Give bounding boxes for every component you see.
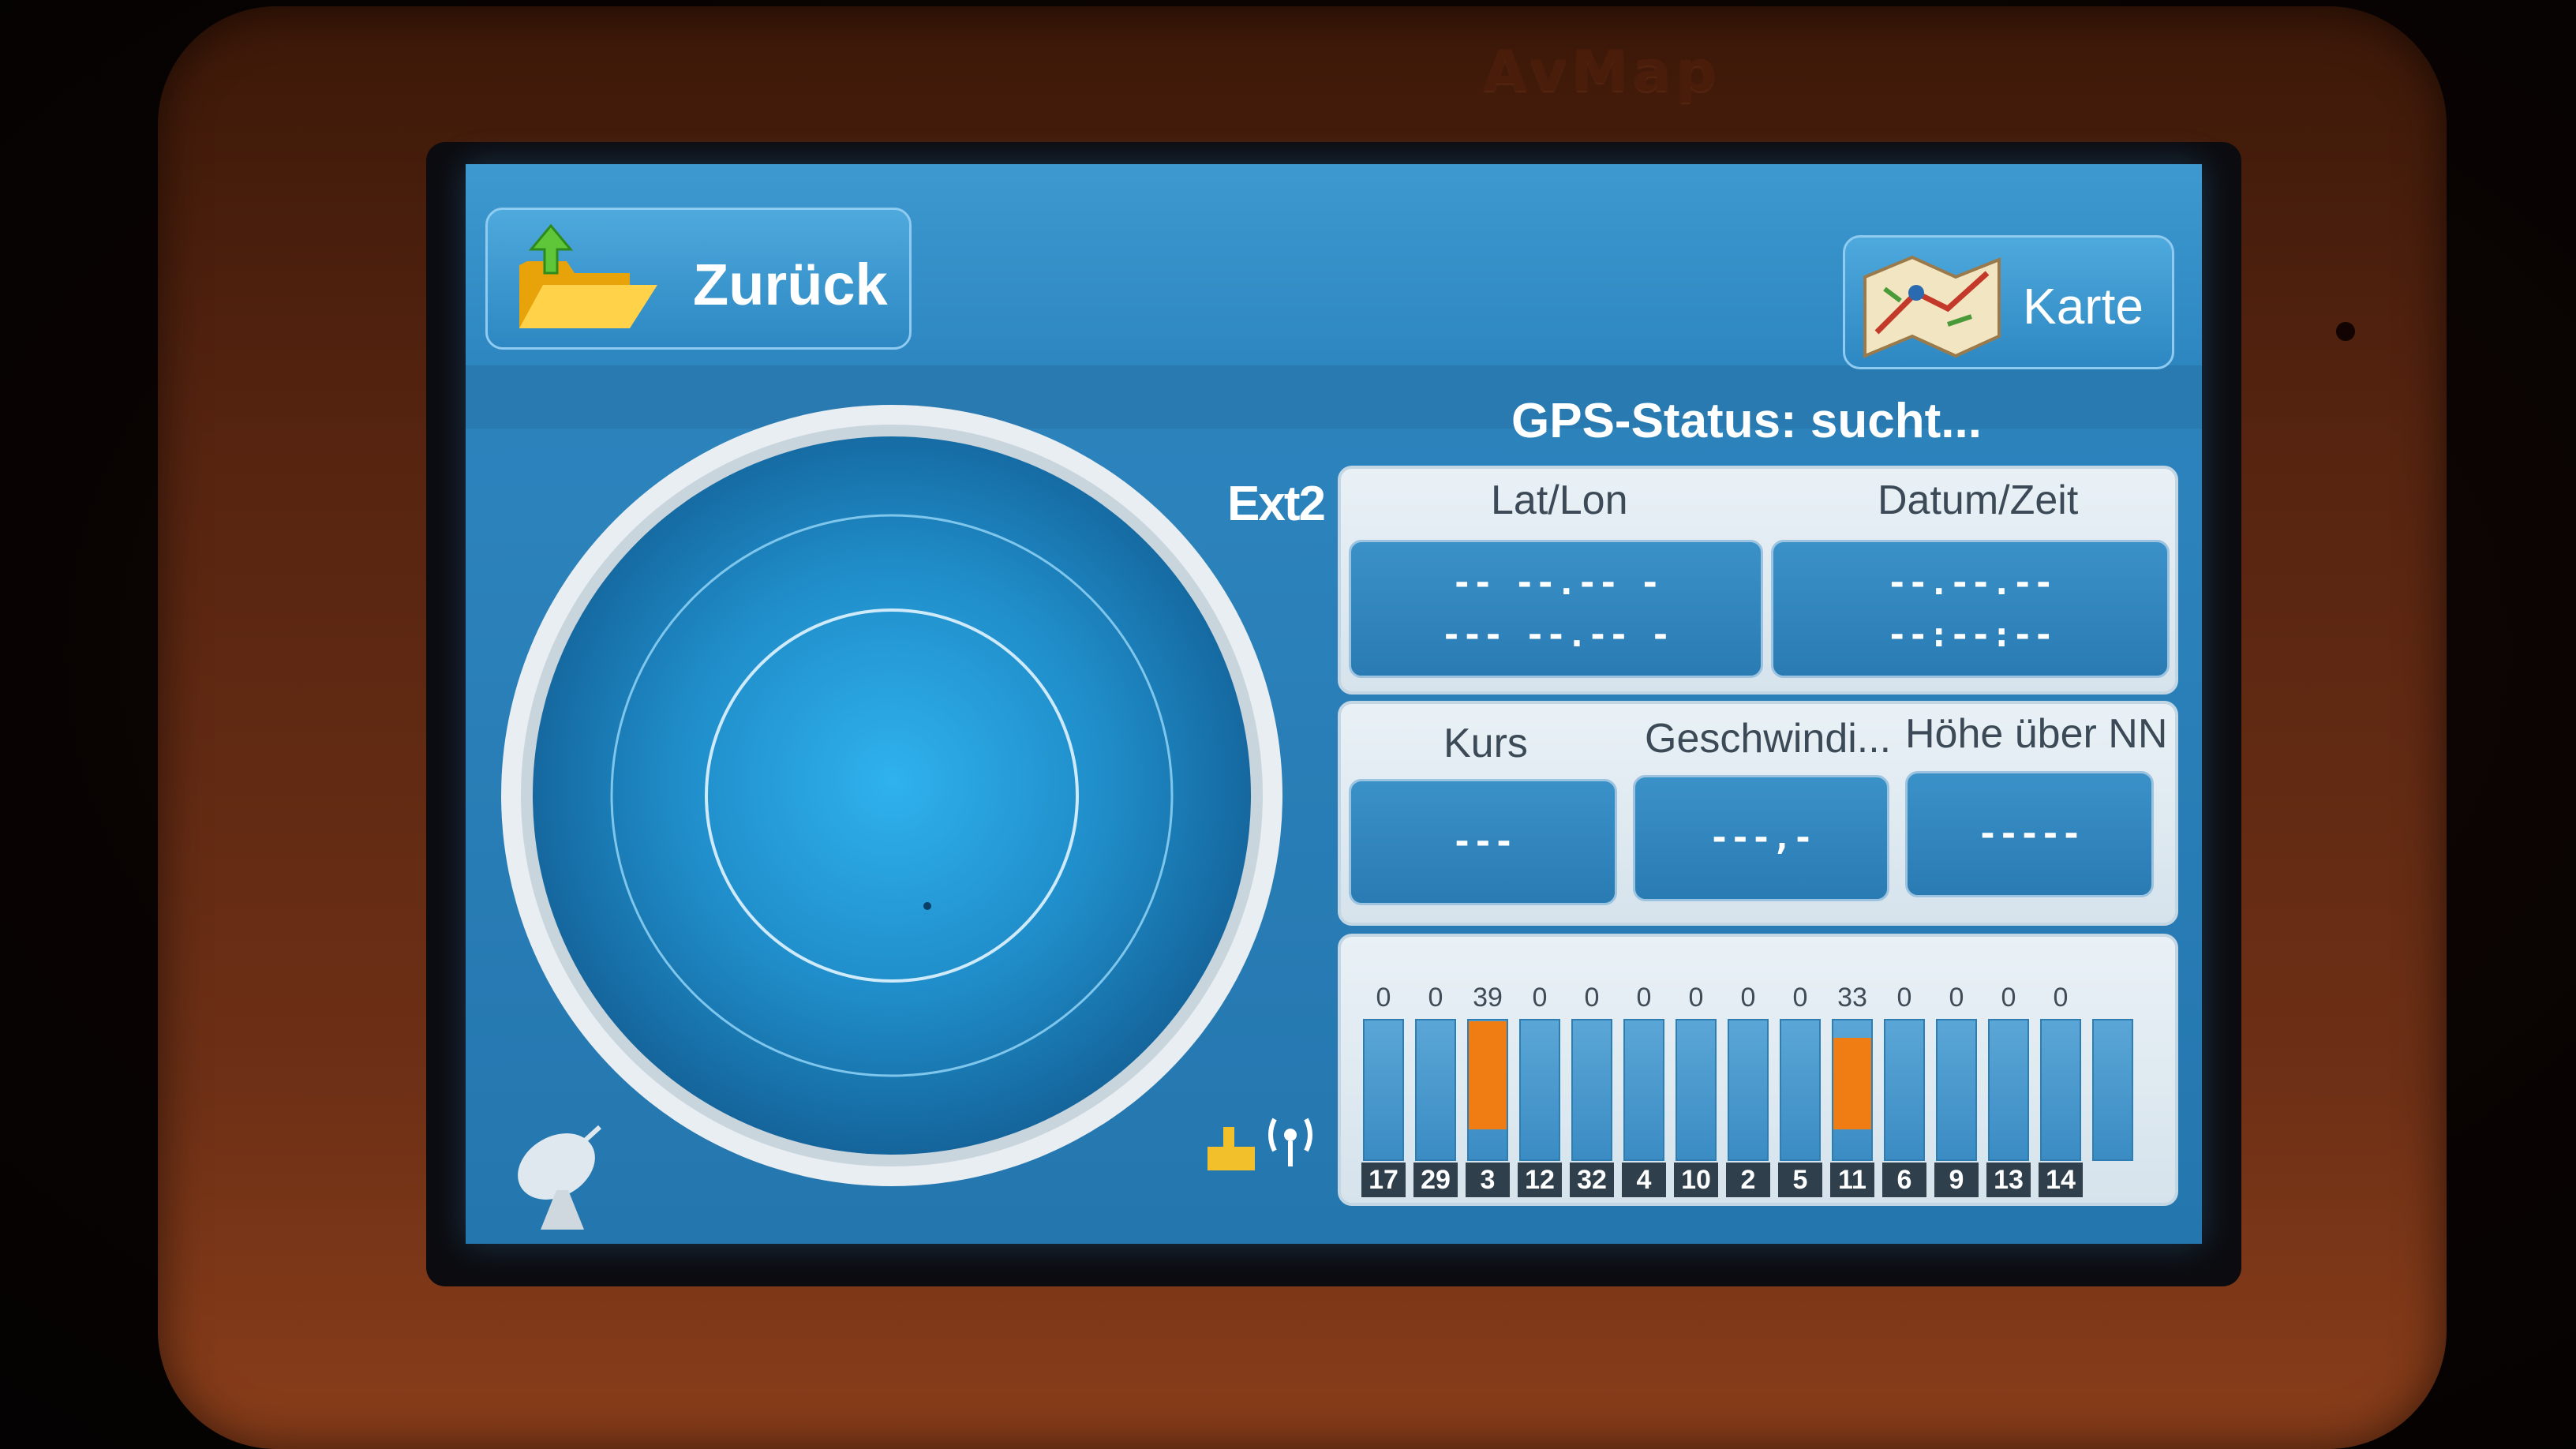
satellite-bar: 0 29 [1410, 983, 1461, 1197]
satellite-snr: 0 [1896, 983, 1912, 1013]
satellite-bar: 0 12 [1515, 983, 1565, 1197]
satellite-snr: 0 [1532, 983, 1548, 1013]
satellite-bar: 09 [1931, 983, 1982, 1197]
satellite-prn: 3 [1466, 1163, 1510, 1197]
gps-status-text: GPS-Status: sucht... [1511, 394, 1982, 448]
speed-title: Geschwindi... [1645, 716, 1892, 762]
satellite-prn: 29 [1413, 1163, 1458, 1197]
latlon-value[interactable]: -- --.-- - --- --.-- - [1349, 540, 1763, 678]
back-label: Zurück [693, 252, 888, 317]
latlon-title: Lat/Lon [1491, 477, 1628, 523]
satellite-bar: 02 [1723, 983, 1773, 1197]
satellite-bar: 0 10 [1671, 983, 1721, 1197]
satellite-prn: 2 [1726, 1163, 1770, 1197]
satellite-bar: 05 [1775, 983, 1825, 1197]
motion-panel: Kurs Geschwindi... Höhe über NN --- ---,… [1338, 701, 2178, 926]
signal-track [1623, 1019, 1664, 1161]
satellite-dish-icon[interactable] [509, 1111, 620, 1237]
satellite-prn [2091, 1163, 2135, 1197]
signal-track [2092, 1019, 2133, 1161]
satellite-prn: 4 [1622, 1163, 1666, 1197]
satellite-snr: 0 [2053, 983, 2069, 1013]
date-value: --.--.-- [1886, 562, 2054, 603]
satellite-prn: 13 [1986, 1163, 2031, 1197]
satellite-snr: 0 [1949, 983, 1964, 1013]
signal-track [1676, 1019, 1717, 1161]
signal-track [1780, 1019, 1821, 1161]
signal-track [1936, 1019, 1977, 1161]
satellite-snr: 0 [1584, 983, 1600, 1013]
satellite-snr: 33 [1837, 983, 1867, 1013]
longitude-value: --- --.-- - [1440, 614, 1672, 655]
signal-track [1728, 1019, 1769, 1161]
satellite-signal-panel: 0 17 0 29 39 3 0 12 0 32 0 4 0 10 0 2 0 5 33 11 0 6 0 9 0 13 0 14 [1338, 934, 2178, 1206]
satellite-prn: 5 [1778, 1163, 1822, 1197]
signal-fill [1469, 1020, 1507, 1129]
brand-logo: AvMap [1483, 38, 1721, 104]
back-button[interactable]: Zurück [485, 208, 912, 350]
satellite-bar: 33 11 [1827, 983, 1878, 1197]
satellite-bar: 39 3 [1462, 983, 1513, 1197]
map-button[interactable]: Karte [1843, 235, 2174, 369]
signal-track [1467, 1019, 1508, 1161]
signal-track [2040, 1019, 2081, 1161]
signal-track [1988, 1019, 2029, 1161]
satellite-bar [2087, 984, 2138, 1197]
satellite-bar: 0 14 [2035, 983, 2086, 1197]
satellite-bar: 0 17 [1358, 983, 1409, 1197]
bezel-sensor [2336, 322, 2355, 341]
satellite-prn: 12 [1518, 1163, 1562, 1197]
datetime-title: Datum/Zeit [1878, 477, 2079, 523]
map-label: Karte [2023, 278, 2144, 335]
latitude-value: -- --.-- - [1451, 562, 1661, 603]
gps-antenna-icon [1208, 1118, 1312, 1170]
signal-track [1415, 1019, 1456, 1161]
satellite-snr: 0 [1376, 983, 1391, 1013]
satellite-snr: 0 [1688, 983, 1704, 1013]
satellite-bar: 0 13 [1983, 983, 2034, 1197]
satellite-snr: 0 [2001, 983, 2016, 1013]
altitude-value[interactable]: ----- [1905, 771, 2154, 897]
satellite-bar: 0 32 [1567, 983, 1617, 1197]
satellite-snr: 39 [1473, 983, 1503, 1013]
satellite-bar: 06 [1879, 983, 1930, 1197]
satellite-prn: 14 [2039, 1163, 2083, 1197]
signal-track [1363, 1019, 1404, 1161]
satellite-prn: 9 [1934, 1163, 1979, 1197]
altitude-title: Höhe über NN [1905, 711, 2168, 757]
satellite-signal-bars: 0 17 0 29 39 3 0 12 0 32 0 4 0 10 0 2 0 5 33 11 0 6 0 9 0 13 0 14 [1358, 983, 2163, 1197]
satellite-prn: 11 [1830, 1163, 1874, 1197]
satellite-prn: 32 [1570, 1163, 1614, 1197]
satellite-snr: 0 [1792, 983, 1808, 1013]
gps-screen: Zurück Karte GPS-Status: sucht... Ext2 L… [466, 164, 2202, 1244]
course-title: Kurs [1443, 721, 1528, 766]
signal-track [1519, 1019, 1560, 1161]
signal-track [1884, 1019, 1925, 1161]
signal-fill [1833, 1037, 1871, 1129]
satellite-snr: 0 [1636, 983, 1652, 1013]
satellite-snr: 0 [1428, 983, 1443, 1013]
satellite-prn: 6 [1882, 1163, 1926, 1197]
folder-up-icon [519, 223, 657, 328]
course-value[interactable]: --- [1349, 779, 1617, 905]
satellite-bar: 04 [1619, 983, 1669, 1197]
satellite-snr: 0 [1740, 983, 1756, 1013]
external-source-label: Ext2 [1227, 477, 1326, 531]
datetime-value[interactable]: --.--.-- --:--:-- [1771, 540, 2170, 678]
satellite-prn: 17 [1361, 1163, 1406, 1197]
signal-track [1832, 1019, 1873, 1161]
position-panel: Lat/Lon Datum/Zeit -- --.-- - --- --.-- … [1338, 466, 2178, 695]
satellite-radar [501, 405, 1282, 1186]
satellite-prn: 10 [1674, 1163, 1718, 1197]
signal-track [1571, 1019, 1612, 1161]
time-value: --:--:-- [1886, 614, 2054, 655]
map-icon [1863, 255, 2001, 358]
speed-value[interactable]: ---,- [1633, 775, 1889, 901]
